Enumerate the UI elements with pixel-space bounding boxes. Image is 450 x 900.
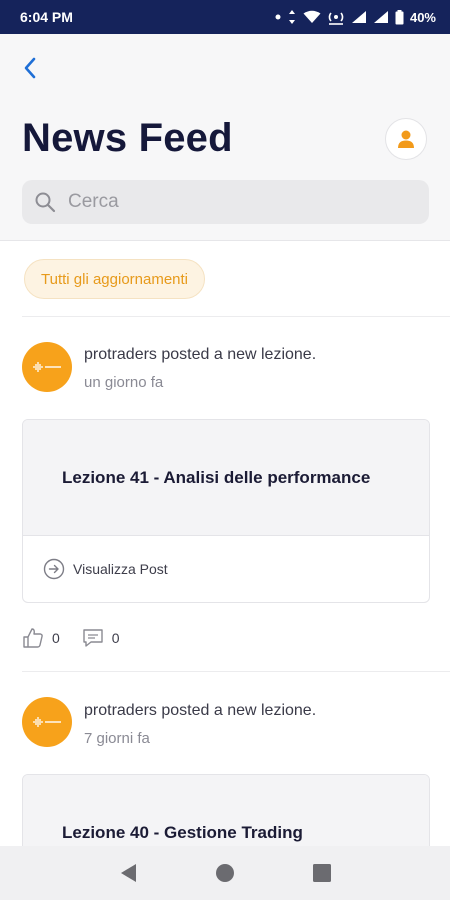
signal-icon <box>351 10 367 24</box>
nav-home-button[interactable] <box>205 853 245 893</box>
divider <box>22 316 450 317</box>
like-button[interactable]: 0 <box>22 627 60 649</box>
view-post-button[interactable]: Visualizza Post <box>23 536 429 602</box>
author-avatar[interactable] <box>22 342 72 392</box>
square-recents-icon <box>312 864 331 882</box>
post-author-line: protraders posted a new lezione. <box>84 702 317 719</box>
back-button[interactable] <box>16 54 44 82</box>
status-icons: 40% <box>275 9 436 25</box>
nav-back-button[interactable] <box>108 853 148 893</box>
post-time: 7 giorni fa <box>84 730 150 747</box>
view-post-label: Visualizza Post <box>73 561 168 577</box>
protraders-logo-icon <box>33 717 61 727</box>
chevron-left-icon <box>24 57 36 79</box>
search-icon <box>35 192 56 213</box>
status-time: 6:04 PM <box>20 9 73 25</box>
search-input[interactable] <box>68 191 388 213</box>
like-count: 0 <box>52 630 60 646</box>
app-header: News Feed <box>0 34 450 241</box>
post-card[interactable]: Lezione 41 - Analisi delle performance V… <box>22 419 430 603</box>
signal-icon <box>373 10 389 24</box>
card-body[interactable]: Lezione 41 - Analisi delle performance <box>23 420 429 536</box>
wifi-icon <box>303 10 321 24</box>
circle-home-icon <box>215 864 234 882</box>
comment-count: 0 <box>111 630 120 646</box>
page-title: News Feed <box>22 116 233 160</box>
battery-icon <box>395 9 404 25</box>
protraders-logo-icon <box>33 362 61 372</box>
dot-icon <box>275 14 281 20</box>
nav-recents-button[interactable] <box>302 853 342 893</box>
comment-icon <box>83 629 103 647</box>
triangle-back-icon <box>121 864 137 882</box>
filter-chip[interactable]: Tutti gli aggiornamenti <box>24 259 206 299</box>
arrow-right-circle-icon <box>43 558 65 580</box>
comment-button[interactable]: 0 <box>82 627 120 649</box>
hotspot-icon <box>327 9 345 25</box>
status-bar: 6:04 PM 40% <box>0 0 450 34</box>
post-time: un giorno fa <box>84 374 164 391</box>
author-avatar[interactable] <box>22 697 72 747</box>
card-title: Lezione 41 - Analisi delle performance <box>62 467 371 487</box>
divider <box>22 671 450 672</box>
card-title: Lezione 40 - Gestione Trading <box>62 822 303 842</box>
profile-button[interactable] <box>385 118 427 160</box>
user-icon <box>398 130 414 148</box>
battery-level: 40% <box>409 9 436 25</box>
post-reactions: 0 0 <box>22 627 134 649</box>
data-arrows-icon <box>287 9 297 25</box>
post-author-line: protraders posted a new lezione. <box>84 346 317 363</box>
thumbs-up-icon <box>23 628 43 648</box>
search-bar[interactable] <box>22 180 429 224</box>
system-nav-bar <box>0 846 450 900</box>
